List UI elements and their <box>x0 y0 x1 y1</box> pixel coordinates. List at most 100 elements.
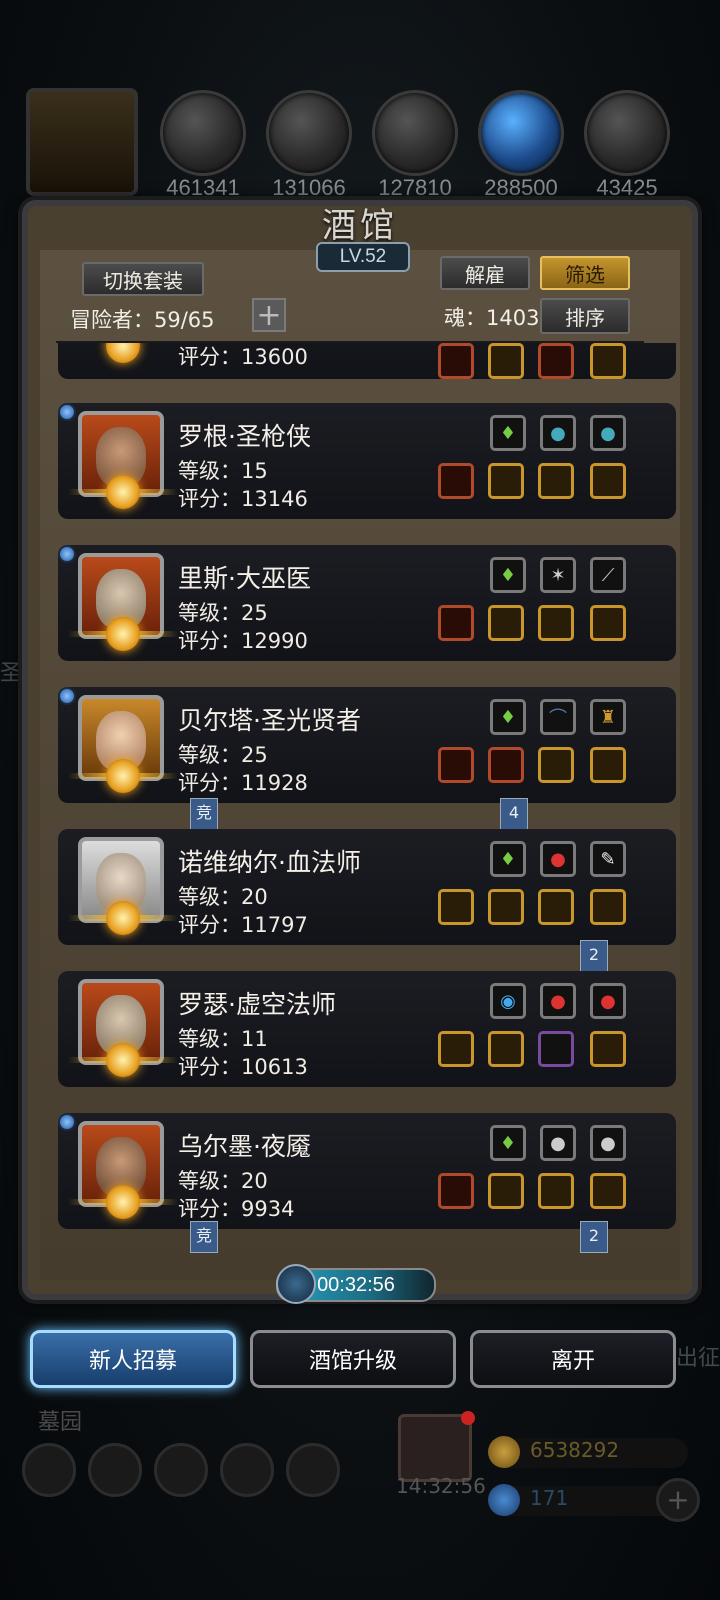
equip-slot[interactable] <box>488 605 524 641</box>
equip-slot[interactable] <box>438 343 474 379</box>
equip-slot[interactable] <box>488 463 524 499</box>
hero-score: 评分：10613 <box>178 1055 308 1079</box>
equip-slot[interactable]: ⟋ <box>590 557 626 593</box>
hero-status-dot <box>58 403 76 421</box>
hero-card[interactable]: 评分：13600 <box>58 343 676 379</box>
hero-score: 评分：11797 <box>178 913 308 937</box>
menu-icon[interactable] <box>286 1443 340 1497</box>
equip-slot[interactable] <box>590 605 626 641</box>
equip-slot[interactable]: ♜ <box>590 699 626 735</box>
hero-rank-badge <box>106 901 140 935</box>
filter-button[interactable]: 筛选 <box>540 256 630 290</box>
equip-slot[interactable]: ⌒ <box>540 699 576 735</box>
hero-rank-badge <box>106 1043 140 1077</box>
equip-slot[interactable] <box>538 747 574 783</box>
equip-slot[interactable]: ♦ <box>490 841 526 877</box>
recruit-button[interactable]: 新人招募 <box>30 1330 236 1388</box>
equip-slot[interactable] <box>488 1031 524 1067</box>
equip-count-flag: 2 <box>580 1221 608 1253</box>
hero-card[interactable]: 乌尔墨·夜魇 等级：20 评分：9934 ♦ ● ● <box>58 1113 676 1229</box>
add-slot-button[interactable]: + <box>252 298 286 332</box>
equip-slot[interactable] <box>538 1031 574 1067</box>
clock-icon <box>276 1264 316 1304</box>
equip-slot[interactable] <box>590 1173 626 1209</box>
hero-name: 乌尔墨·夜魇 <box>178 1132 311 1161</box>
gift-icon[interactable] <box>398 1411 475 1482</box>
hero-rank-badge <box>106 617 140 651</box>
hero-card[interactable]: 罗根·圣枪侠 等级：15 评分：13146 ♦ ● ● <box>58 403 676 519</box>
equip-slot[interactable] <box>438 463 474 499</box>
equip-slot[interactable]: ♦ <box>490 1125 526 1161</box>
menu-icon[interactable] <box>220 1443 274 1497</box>
equip-slot[interactable] <box>590 747 626 783</box>
equip-slot[interactable]: ● <box>540 415 576 451</box>
equip-slot[interactable] <box>590 343 626 379</box>
equip-slot[interactable]: ✶ <box>540 557 576 593</box>
equip-slot[interactable]: ♦ <box>490 415 526 451</box>
equip-slot[interactable]: ● <box>540 1125 576 1161</box>
equip-slot[interactable]: ♦ <box>490 557 526 593</box>
hero-level: 等级：11 <box>178 1027 268 1051</box>
dismiss-button[interactable]: 解雇 <box>440 256 530 290</box>
hero-rank-badge <box>106 1185 140 1219</box>
hero-card[interactable]: 贝尔塔·圣光贤者 等级：25 评分：11928 ♦ ⌒ ♜ <box>58 687 676 803</box>
arena-flag: 竞 <box>190 1221 218 1253</box>
hero-card[interactable]: 罗瑟·虚空法师 等级：11 评分：10613 ◉ ● ● <box>58 971 676 1087</box>
equip-slot[interactable] <box>538 343 574 379</box>
equip-slot[interactable] <box>488 343 524 379</box>
menu-icon[interactable] <box>88 1443 142 1497</box>
sort-button[interactable]: 排序 <box>540 298 630 334</box>
equip-slot[interactable]: ● <box>590 1125 626 1161</box>
hero-level: 等级：25 <box>178 601 268 625</box>
menu-icon[interactable] <box>22 1443 76 1497</box>
add-gem-button[interactable]: + <box>656 1478 700 1522</box>
equip-slot[interactable] <box>538 605 574 641</box>
gold-amount: 6538292 <box>530 1438 620 1462</box>
equip-slot[interactable]: ✎ <box>590 841 626 877</box>
equip-slot[interactable] <box>438 1031 474 1067</box>
equip-slot[interactable] <box>488 889 524 925</box>
equip-slot[interactable] <box>590 463 626 499</box>
hero-score: 评分：13146 <box>178 487 308 511</box>
hero-list[interactable]: 评分：13600 罗根·圣枪侠 等级：15 评分：13146 ♦ ● ● 里斯·… <box>0 343 720 1253</box>
hero-status-dot <box>58 545 76 563</box>
arena-flag: 竞 <box>190 798 218 830</box>
equip-slot[interactable]: ◉ <box>490 983 526 1019</box>
menu-icon[interactable] <box>154 1443 208 1497</box>
equip-slot[interactable] <box>538 463 574 499</box>
equip-slot[interactable] <box>438 747 474 783</box>
equip-slot[interactable]: ● <box>590 983 626 1019</box>
switch-outfit-button[interactable]: 切换套装 <box>82 262 204 296</box>
hero-name: 里斯·大巫医 <box>178 564 311 593</box>
bg-right-label: 出征 <box>676 1346 720 1371</box>
equip-count-flag: 4 <box>500 798 528 830</box>
equip-slot[interactable] <box>590 889 626 925</box>
hero-card[interactable]: 诺维纳尔·血法师 等级：20 评分：11797 ♦ ● ✎ <box>58 829 676 945</box>
equip-slot[interactable]: ● <box>540 983 576 1019</box>
equip-slot[interactable] <box>538 1173 574 1209</box>
player-avatar[interactable] <box>26 88 138 196</box>
hero-level: 等级：15 <box>178 459 268 483</box>
adventurer-count: 冒险者：59/65 <box>70 308 215 332</box>
hero-level: 等级：20 <box>178 885 268 909</box>
hero-score: 评分：13600 <box>178 345 308 369</box>
leave-button[interactable]: 离开 <box>470 1330 676 1388</box>
equip-slot[interactable] <box>488 747 524 783</box>
equip-slot[interactable]: ● <box>590 415 626 451</box>
tavern-level: LV.52 <box>316 242 410 272</box>
hero-name: 罗瑟·虚空法师 <box>178 990 336 1019</box>
equip-slot[interactable] <box>438 605 474 641</box>
equip-slot[interactable]: ♦ <box>490 699 526 735</box>
gem-icon <box>488 1484 520 1516</box>
hero-name: 贝尔塔·圣光贤者 <box>178 706 361 735</box>
resource-iron: 127810 <box>372 90 458 200</box>
equip-slot[interactable] <box>438 1173 474 1209</box>
upgrade-tavern-button[interactable]: 酒馆升级 <box>250 1330 456 1388</box>
gold-icon <box>488 1436 520 1468</box>
equip-slot[interactable]: ● <box>540 841 576 877</box>
equip-slot[interactable] <box>438 889 474 925</box>
hero-card[interactable]: 里斯·大巫医 等级：25 评分：12990 ♦ ✶ ⟋ <box>58 545 676 661</box>
equip-slot[interactable] <box>488 1173 524 1209</box>
equip-slot[interactable] <box>590 1031 626 1067</box>
equip-slot[interactable] <box>538 889 574 925</box>
